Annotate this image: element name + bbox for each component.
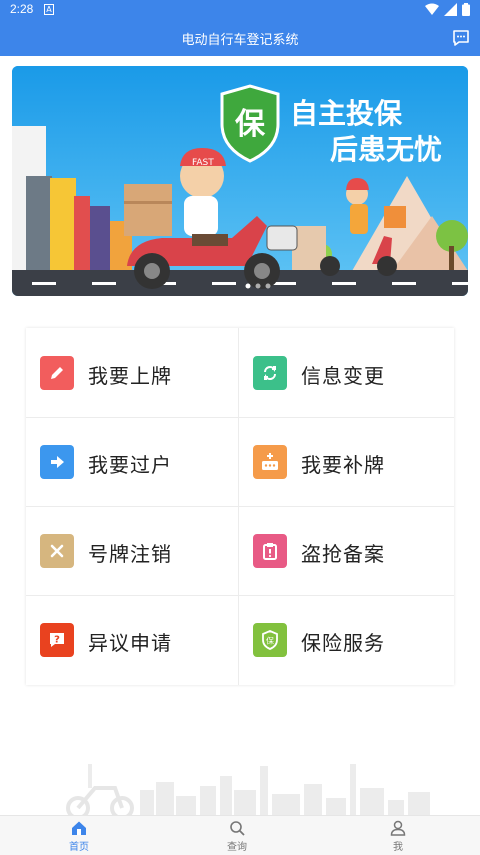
- service-insurance[interactable]: 保 保险服务: [239, 595, 451, 684]
- status-time: 2:28: [10, 2, 34, 16]
- promo-banner[interactable]: 保 自主投保 后患无忧 FAST: [12, 66, 468, 296]
- skyline-decoration: [66, 764, 430, 818]
- banner-headline-2: 后患无忧: [330, 133, 442, 166]
- service-replace-plate[interactable]: 我要补牌: [239, 417, 451, 506]
- arrow-right-icon: [40, 445, 74, 479]
- service-label: 异议申请: [88, 631, 172, 655]
- service-label: 我要上牌: [88, 364, 172, 388]
- banner-dot[interactable]: [255, 283, 261, 289]
- nav-label: 我: [393, 842, 403, 853]
- search-icon: [230, 821, 245, 836]
- nav-label: 首页: [69, 842, 89, 853]
- service-label: 信息变更: [301, 364, 385, 388]
- app-bar: 电动自行车登记系统: [0, 20, 480, 56]
- cross-icon: [40, 534, 74, 568]
- helmet-text: FAST: [192, 158, 214, 168]
- wifi-icon: [425, 3, 439, 15]
- home-icon: [72, 821, 86, 835]
- service-label: 保险服务: [301, 631, 385, 655]
- signal-icon: [444, 3, 457, 16]
- banner-dot[interactable]: [245, 283, 251, 289]
- message-icon: [453, 30, 469, 46]
- notification-icon: A: [44, 4, 54, 15]
- service-cancel-plate[interactable]: 号牌注销: [26, 506, 238, 595]
- page-title: 电动自行车登记系统: [181, 33, 299, 48]
- service-label: 盗抢备案: [301, 542, 385, 566]
- chat-question-icon: ?: [40, 623, 74, 657]
- status-icons: [425, 3, 470, 16]
- banner-illustration: 保 自主投保 后患无忧 FAST: [12, 66, 468, 296]
- service-label: 我要补牌: [301, 453, 385, 477]
- refresh-icon: [253, 356, 287, 390]
- svg-text:?: ?: [54, 635, 60, 646]
- service-grid: 我要上牌 信息变更 我要过户 我要补牌 号牌注销 盗抢备案 ? 异议申请 保 保…: [26, 328, 454, 685]
- service-label: 我要过户: [88, 453, 172, 477]
- service-transfer[interactable]: 我要过户: [26, 417, 238, 506]
- banner-headline-1: 自主投保: [290, 97, 403, 130]
- bottom-nav: 首页 查询 我: [0, 815, 480, 855]
- service-info-change[interactable]: 信息变更: [239, 328, 451, 417]
- banner-shield-text: 保: [235, 107, 266, 142]
- clipboard-alert-icon: [253, 534, 287, 568]
- svg-text:保: 保: [266, 636, 274, 646]
- user-icon: [390, 820, 406, 836]
- nav-item-search[interactable]: 查询: [197, 816, 277, 855]
- plate-plus-icon: [253, 445, 287, 479]
- banner-dot[interactable]: [265, 283, 271, 289]
- service-theft-report[interactable]: 盗抢备案: [239, 506, 451, 595]
- nav-label: 查询: [227, 842, 247, 853]
- message-button[interactable]: [452, 29, 470, 47]
- nav-item-home[interactable]: 首页: [39, 816, 119, 855]
- service-register-plate[interactable]: 我要上牌: [26, 328, 238, 417]
- battery-icon: [462, 3, 470, 16]
- shield-icon: 保: [253, 623, 287, 657]
- service-label: 号牌注销: [88, 542, 172, 566]
- service-objection[interactable]: ? 异议申请: [26, 595, 238, 684]
- nav-item-me[interactable]: 我: [358, 816, 438, 855]
- status-bar: 2:28 A: [0, 0, 480, 20]
- pencil-icon: [40, 356, 74, 390]
